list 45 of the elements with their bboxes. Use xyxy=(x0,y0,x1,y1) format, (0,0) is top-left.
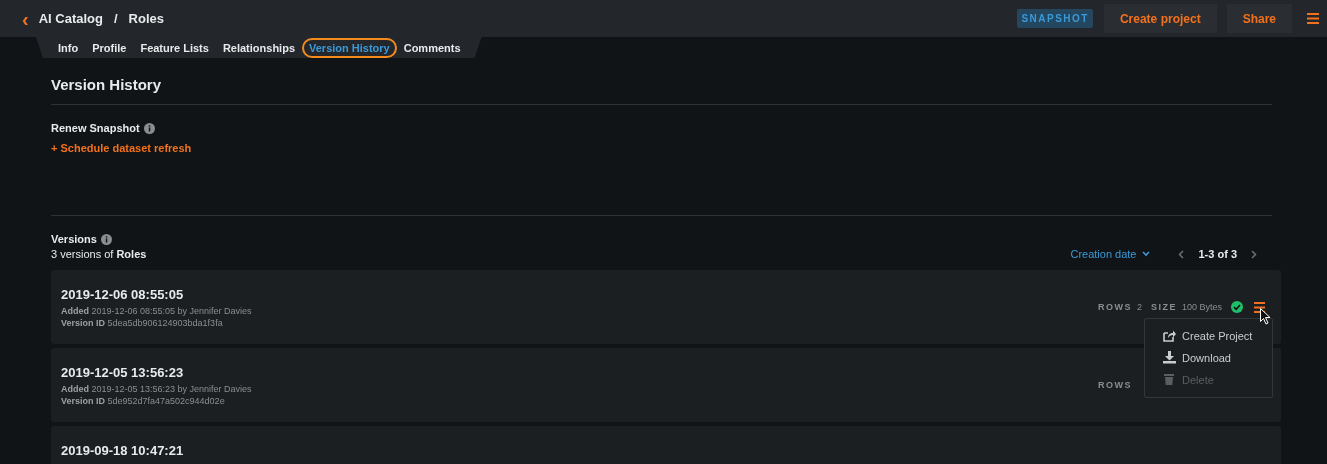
breadcrumb-separator: / xyxy=(113,11,118,26)
version-id: Version ID 5dea5db906124903bda1f3fa xyxy=(61,317,224,329)
version-date: 2019-09-18 10:47:21 xyxy=(61,443,184,458)
menu-item[interactable]: Create Project xyxy=(1145,324,1273,347)
added-text: Added 2019-12-06 08:55:05 by Jennifer Davies xyxy=(61,305,252,317)
section-label: Renew Snapshot xyxy=(51,122,140,134)
page-title: Version History xyxy=(51,75,163,95)
sort-dropdown[interactable]: Creation date xyxy=(1070,248,1137,260)
chevron-right-icon xyxy=(1251,249,1257,259)
menu-item[interactable]: Download xyxy=(1145,346,1273,369)
breadcrumb-item[interactable]: AI Catalog xyxy=(38,11,103,26)
chevron-left-icon xyxy=(1178,249,1185,259)
version-date: 2019-12-05 13:56:23 xyxy=(61,365,185,380)
menu-item: Delete xyxy=(1145,368,1273,391)
tab[interactable]: Info xyxy=(51,37,86,58)
breadcrumb-item[interactable]: Roles xyxy=(128,11,164,26)
tab[interactable]: Comments xyxy=(396,37,468,58)
trash-icon xyxy=(1163,373,1177,386)
added-text: Added 2019-12-05 13:56:23 by Jennifer Davies xyxy=(61,383,252,395)
section-label: Versions xyxy=(51,233,97,245)
header-button[interactable]: Create project xyxy=(1103,4,1217,33)
chevron-down-icon xyxy=(1142,251,1151,257)
rows-value: 2 xyxy=(1137,302,1142,312)
version-id: Version ID 5de952d7fa47a502c944d02e xyxy=(61,395,226,407)
tab[interactable]: Profile xyxy=(85,37,134,58)
info-icon xyxy=(143,122,155,134)
back-link[interactable]: ‹ xyxy=(22,10,29,27)
snapshot-badge: SNAPSHOT xyxy=(1017,9,1093,28)
share-icon xyxy=(1163,329,1177,342)
header-button[interactable]: Share xyxy=(1226,4,1292,33)
tab[interactable]: Feature Lists xyxy=(133,37,216,58)
tab[interactable]: Version History xyxy=(302,37,397,58)
tab[interactable]: Relationships xyxy=(215,37,302,58)
menu-icon xyxy=(1307,13,1319,24)
version-date: 2019-12-06 08:55:05 xyxy=(61,287,185,302)
pagination-text: 1-3 of 3 xyxy=(1198,248,1237,260)
rows-label: ROWS xyxy=(1098,302,1132,312)
size-label: SIZE xyxy=(1151,302,1178,312)
info-icon xyxy=(100,233,112,245)
schedule-link[interactable]: + Schedule dataset refresh xyxy=(51,142,192,154)
cursor-icon xyxy=(1260,307,1272,325)
size-value: 100 Bytes xyxy=(1182,302,1223,312)
rows-label: ROWS xyxy=(1098,380,1132,390)
download-icon xyxy=(1163,351,1177,364)
versions-summary: 3 versions of Roles xyxy=(51,248,147,260)
